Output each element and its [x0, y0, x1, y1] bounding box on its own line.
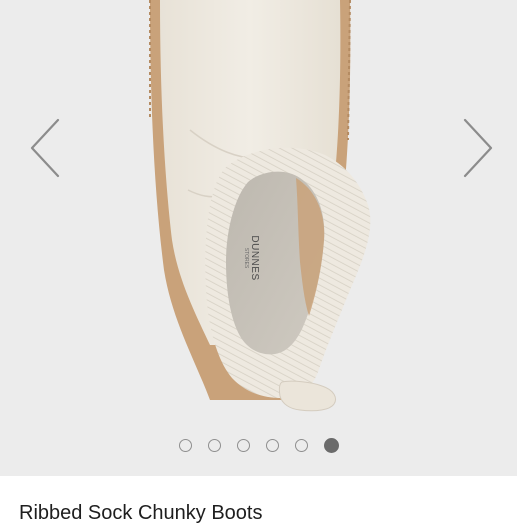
gallery-dot-1[interactable]	[178, 438, 192, 452]
product-image: DUNNES STORES	[149, 0, 371, 412]
chevron-right-icon[interactable]	[455, 112, 499, 184]
product-image-gallery[interactable]: DUNNES STORES	[0, 0, 517, 476]
gallery-pagination	[0, 436, 517, 454]
insole-brand-sub: STORES	[243, 248, 249, 269]
gallery-dot-6-active[interactable]	[323, 437, 339, 453]
insole-brand-mark: DUNNES	[249, 235, 260, 280]
gallery-dot-2[interactable]	[207, 438, 221, 452]
chevron-left-icon[interactable]	[24, 112, 68, 184]
gallery-dot-5[interactable]	[294, 438, 308, 452]
product-page: DUNNES STORES Ribbed Sock Chunky Boots	[0, 0, 517, 525]
product-title: Ribbed Sock Chunky Boots	[19, 502, 263, 524]
gallery-dot-3[interactable]	[236, 438, 250, 452]
gallery-dot-4[interactable]	[265, 438, 279, 452]
